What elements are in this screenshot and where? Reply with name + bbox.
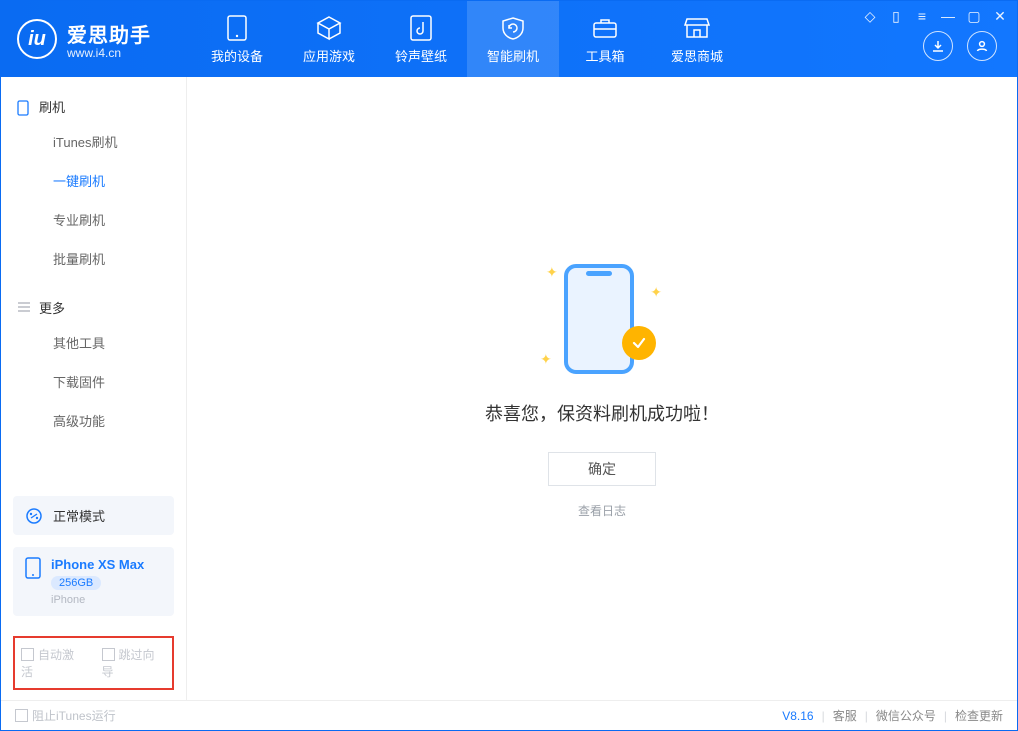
sidebar: 刷机 iTunes刷机 一键刷机 专业刷机 批量刷机 更多 其他工具 下载固件 … bbox=[1, 77, 187, 700]
device-card[interactable]: iPhone XS Max 256GB iPhone bbox=[13, 547, 174, 616]
sidebar-item-itunes-flash[interactable]: iTunes刷机 bbox=[1, 122, 186, 161]
tab-device[interactable]: 我的设备 bbox=[191, 1, 283, 77]
checkbox-icon bbox=[15, 709, 28, 722]
music-file-icon bbox=[407, 14, 435, 42]
toolbox-icon bbox=[591, 14, 619, 42]
version-label: V8.16 bbox=[782, 709, 813, 723]
view-log-link[interactable]: 查看日志 bbox=[578, 502, 626, 519]
options-highlight-box: 自动激活 跳过向导 bbox=[13, 636, 174, 690]
bookmark-icon[interactable]: ▯ bbox=[887, 7, 905, 25]
sidebar-item-download-fw[interactable]: 下载固件 bbox=[1, 362, 186, 401]
tab-label: 爱思商城 bbox=[671, 46, 723, 65]
brand-text: 爱思助手 www.i4.cn bbox=[67, 19, 151, 60]
checkbox-icon bbox=[102, 648, 115, 661]
sidebar-item-pro-flash[interactable]: 专业刷机 bbox=[1, 200, 186, 239]
tab-label: 我的设备 bbox=[211, 46, 263, 65]
device-meta: iPhone XS Max 256GB iPhone bbox=[51, 557, 144, 606]
tab-apps[interactable]: 应用游戏 bbox=[283, 1, 375, 77]
main-content: ✦ ✦ ✦ 恭喜您，保资料刷机成功啦！ 确定 查看日志 bbox=[187, 77, 1017, 700]
device-name: iPhone XS Max bbox=[51, 557, 144, 572]
device-icon bbox=[223, 14, 251, 42]
brand-url: www.i4.cn bbox=[67, 46, 151, 60]
success-message: 恭喜您，保资料刷机成功啦！ bbox=[485, 400, 719, 426]
list-icon bbox=[17, 301, 31, 315]
brand: iu 爱思助手 www.i4.cn bbox=[1, 1, 191, 77]
device-storage-badge: 256GB bbox=[51, 576, 101, 590]
store-icon bbox=[683, 14, 711, 42]
app-window: ◇ ▯ ≡ ― ▢ ✕ iu 爱思助手 www.i4.cn 我的设备 bbox=[0, 0, 1018, 731]
checkbox-icon bbox=[21, 648, 34, 661]
sidebar-item-advanced[interactable]: 高级功能 bbox=[1, 401, 186, 440]
tab-label: 工具箱 bbox=[585, 46, 624, 65]
sidebar-item-batch-flash[interactable]: 批量刷机 bbox=[1, 239, 186, 278]
sparkle-icon: ✦ bbox=[546, 264, 558, 281]
sidebar-item-oneclick-flash[interactable]: 一键刷机 bbox=[1, 161, 186, 200]
device-type: iPhone bbox=[51, 594, 144, 606]
ok-button[interactable]: 确定 bbox=[548, 452, 656, 486]
tab-label: 铃声壁纸 bbox=[395, 46, 447, 65]
mode-label: 正常模式 bbox=[53, 506, 105, 525]
theme-icon[interactable]: ◇ bbox=[861, 7, 879, 25]
brand-name: 爱思助手 bbox=[67, 19, 151, 48]
tab-store[interactable]: 爱思商城 bbox=[651, 1, 743, 77]
success-illustration: ✦ ✦ ✦ bbox=[542, 258, 662, 378]
footer-link-support[interactable]: 客服 bbox=[833, 707, 857, 724]
header-tabs: 我的设备 应用游戏 铃声壁纸 智能刷机 bbox=[191, 1, 743, 77]
titlebar-controls: ◇ ▯ ≡ ― ▢ ✕ bbox=[861, 7, 1009, 25]
close-icon[interactable]: ✕ bbox=[991, 7, 1009, 25]
sidebar-item-other-tools[interactable]: 其他工具 bbox=[1, 323, 186, 362]
checkbox-label: 阻止iTunes运行 bbox=[32, 709, 116, 723]
menu-icon[interactable]: ≡ bbox=[913, 7, 931, 25]
tab-toolbox[interactable]: 工具箱 bbox=[559, 1, 651, 77]
device-icon bbox=[25, 557, 41, 579]
sparkle-icon: ✦ bbox=[650, 284, 662, 301]
phone-outline-icon bbox=[17, 100, 31, 114]
sidebar-group-head: 刷机 bbox=[1, 91, 186, 122]
body: 刷机 iTunes刷机 一键刷机 专业刷机 批量刷机 更多 其他工具 下载固件 … bbox=[1, 77, 1017, 700]
download-button[interactable] bbox=[923, 31, 953, 61]
check-badge-icon bbox=[622, 326, 656, 360]
sidebar-group-more: 更多 其他工具 下载固件 高级功能 bbox=[1, 278, 186, 440]
sidebar-group-flash: 刷机 iTunes刷机 一键刷机 专业刷机 批量刷机 bbox=[1, 77, 186, 278]
mode-card[interactable]: 正常模式 bbox=[13, 496, 174, 535]
sidebar-group-title: 刷机 bbox=[39, 97, 65, 116]
phone-illustration-icon bbox=[564, 264, 634, 374]
footer: 阻止iTunes运行 V8.16 | 客服 | 微信公众号 | 检查更新 bbox=[1, 700, 1017, 730]
checkbox-auto-activate[interactable]: 自动激活 bbox=[21, 646, 86, 680]
footer-link-update[interactable]: 检查更新 bbox=[955, 707, 1003, 724]
cube-icon bbox=[315, 14, 343, 42]
maximize-icon[interactable]: ▢ bbox=[965, 7, 983, 25]
user-button[interactable] bbox=[967, 31, 997, 61]
tab-label: 智能刷机 bbox=[487, 46, 539, 65]
checkbox-skip-guide[interactable]: 跳过向导 bbox=[102, 646, 167, 680]
footer-link-wechat[interactable]: 微信公众号 bbox=[876, 707, 936, 724]
brand-logo-icon: iu bbox=[17, 19, 57, 59]
shield-refresh-icon bbox=[499, 14, 527, 42]
tab-flash[interactable]: 智能刷机 bbox=[467, 1, 559, 77]
sparkle-icon: ✦ bbox=[540, 351, 552, 368]
mode-icon bbox=[25, 507, 43, 525]
sidebar-group-title: 更多 bbox=[39, 298, 65, 317]
minimize-icon[interactable]: ― bbox=[939, 7, 957, 25]
tab-label: 应用游戏 bbox=[303, 46, 355, 65]
tab-ringtones[interactable]: 铃声壁纸 bbox=[375, 1, 467, 77]
sidebar-group-head: 更多 bbox=[1, 292, 186, 323]
footer-left: 阻止iTunes运行 bbox=[15, 707, 116, 724]
checkbox-block-itunes[interactable]: 阻止iTunes运行 bbox=[15, 707, 116, 724]
footer-right: V8.16 | 客服 | 微信公众号 | 检查更新 bbox=[782, 707, 1003, 724]
